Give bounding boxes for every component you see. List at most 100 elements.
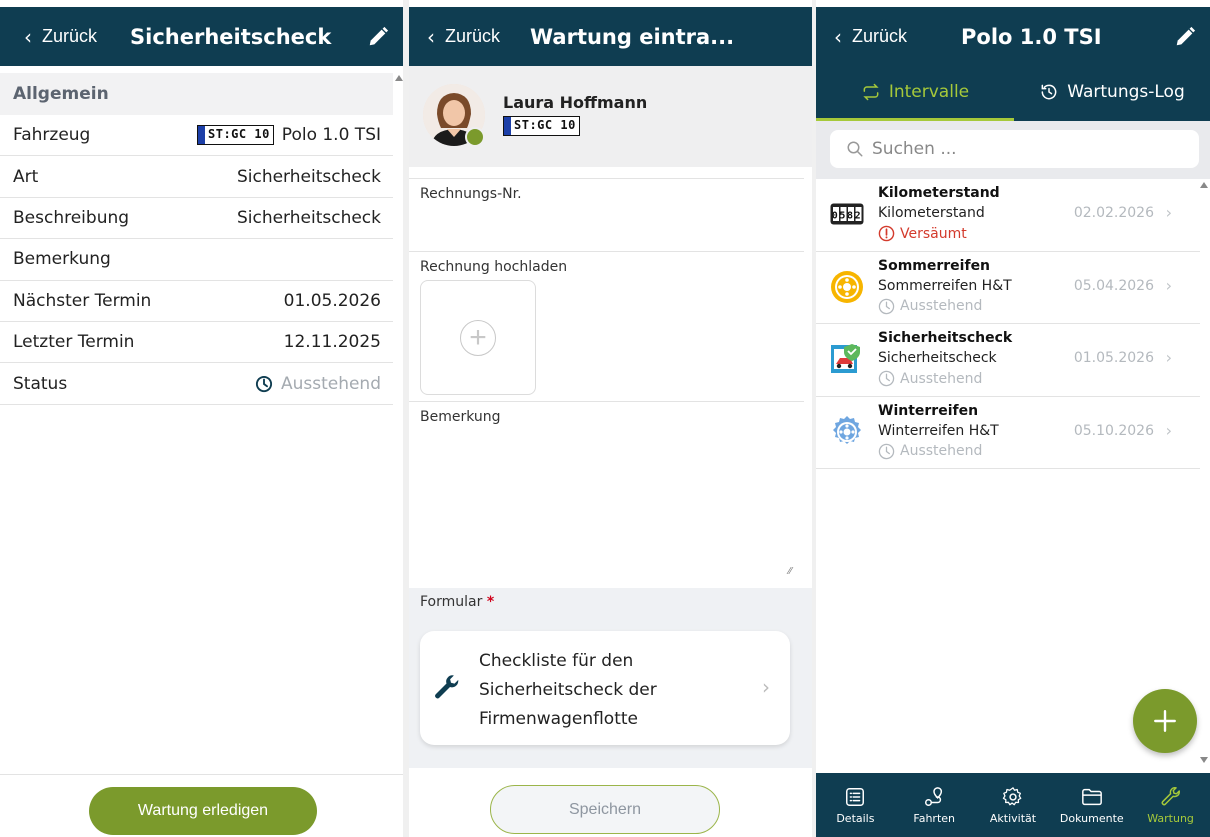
header-bar: ‹ Zurück Sicherheitscheck xyxy=(0,7,403,66)
clock-icon xyxy=(878,298,895,314)
summer-tire-icon xyxy=(830,270,864,304)
header-bar: ‹ Zurück Wartung eintra... xyxy=(409,7,812,66)
page-title: Sicherheitscheck xyxy=(130,24,332,49)
scrollbar-up-arrow[interactable] xyxy=(395,75,403,81)
chevron-left-icon: ‹ xyxy=(427,24,435,49)
back-label: Zurück xyxy=(852,26,908,46)
detail-row-last-date: Letzter Termin 12.11.2025 xyxy=(0,322,393,364)
header-bar: ‹ Zurück Polo 1.0 TSI xyxy=(816,7,1210,66)
scrollbar-down-arrow[interactable] xyxy=(1200,757,1208,763)
wrench-icon xyxy=(432,673,462,708)
item-status: Ausstehend xyxy=(878,370,982,387)
save-button[interactable]: Speichern xyxy=(490,785,720,834)
maintenance-detail-panel: ‹ Zurück Sicherheitscheck Allgemein Fahr… xyxy=(0,0,403,837)
resize-handle-icon[interactable]: ⁄⁄ xyxy=(789,566,792,577)
tab-maintenance-log[interactable]: Wartungs-Log xyxy=(1014,66,1210,118)
item-title: Winterreifen xyxy=(878,402,979,419)
details-icon xyxy=(846,787,865,806)
chevron-right-icon: › xyxy=(1165,203,1172,222)
complete-maintenance-button[interactable]: Wartung erledigen xyxy=(89,787,317,835)
row-label: Art xyxy=(13,166,39,187)
pencil-icon xyxy=(369,26,389,45)
row-value: ST:GC 10 Polo 1.0 TSI xyxy=(197,125,381,146)
tab-intervals[interactable]: Intervalle xyxy=(816,66,1014,118)
remark-textarea[interactable]: Bemerkung xyxy=(409,401,804,588)
invoice-number-field[interactable]: Rechnungs-Nr. xyxy=(409,178,804,251)
vehicle-maintenance-panel: ‹ Zurück Polo 1.0 TSI Intervalle Wartung… xyxy=(816,0,1210,837)
item-date: 05.04.2026 xyxy=(1073,277,1154,294)
driver-profile: Laura Hoffmann ST:GC 10 xyxy=(409,66,812,167)
detail-row-vehicle: Fahrzeug ST:GC 10 Polo 1.0 TSI xyxy=(0,115,393,157)
nav-maintenance[interactable]: Wartung xyxy=(1131,773,1210,837)
edit-button[interactable] xyxy=(1174,7,1196,66)
detail-row-next-date: Nächster Termin 01.05.2026 xyxy=(0,281,393,322)
chevron-right-icon: › xyxy=(1165,420,1172,440)
row-value: 12.11.2025 xyxy=(283,332,381,353)
row-label: Fahrzeug xyxy=(13,125,91,146)
item-subtitle: Winterreifen H&T xyxy=(878,422,999,439)
clock-icon xyxy=(878,443,895,459)
required-marker: * xyxy=(486,594,495,610)
back-label: Zurück xyxy=(445,26,501,46)
field-label: Formular * xyxy=(420,594,495,610)
chevron-left-icon: ‹ xyxy=(24,24,32,49)
scrollbar-up-arrow[interactable] xyxy=(1200,182,1208,188)
row-value: Sicherheitscheck xyxy=(236,166,381,187)
nav-details[interactable]: Details xyxy=(816,773,895,837)
back-label: Zurück xyxy=(42,26,98,46)
plus-icon: + xyxy=(460,319,496,356)
list-item[interactable]: Winterreifen Winterreifen H&T Ausstehend… xyxy=(816,397,1200,469)
search-input[interactable]: Suchen ... xyxy=(830,130,1199,168)
online-status-dot xyxy=(465,127,485,147)
odometer-icon: 0582 xyxy=(830,197,864,231)
gear-icon xyxy=(1002,786,1022,805)
tab-bar: Intervalle Wartungs-Log xyxy=(816,66,1210,121)
route-icon xyxy=(925,786,943,806)
safety-check-icon xyxy=(830,342,864,376)
nav-trips[interactable]: Fahrten xyxy=(895,773,974,837)
folder-icon xyxy=(1081,788,1102,805)
item-title: Kilometerstand xyxy=(878,185,1000,201)
nav-activity[interactable]: Aktivität xyxy=(974,773,1053,837)
form-card-text: Checkliste für den Sicherheitscheck der … xyxy=(479,651,657,729)
item-title: Sicherheitscheck xyxy=(878,330,1013,346)
nav-documents[interactable]: Dokumente xyxy=(1052,773,1131,837)
row-label: Bemerkung xyxy=(13,249,111,270)
row-value: 01.05.2026 xyxy=(283,290,381,311)
item-status: Versäumt xyxy=(878,225,967,242)
pencil-icon xyxy=(1176,26,1196,45)
driver-name: Laura Hoffmann xyxy=(503,93,648,112)
detail-row-remark: Bemerkung xyxy=(0,239,393,281)
field-label: Rechnung hochladen xyxy=(420,259,568,275)
list-item[interactable]: Sicherheitscheck Sicherheitscheck Ausste… xyxy=(816,324,1200,397)
upload-invoice-button[interactable]: + xyxy=(420,280,536,395)
item-subtitle: Sommerreifen H&T xyxy=(878,277,1012,294)
edit-button[interactable] xyxy=(367,7,389,66)
detail-row-description: Beschreibung Sicherheitscheck xyxy=(0,198,393,240)
chevron-right-icon: › xyxy=(762,675,770,699)
license-plate: ST:GC 10 xyxy=(503,116,580,140)
wrench-icon xyxy=(1161,786,1180,805)
repeat-icon xyxy=(863,83,879,101)
add-interval-button[interactable] xyxy=(1133,689,1197,753)
list-item[interactable]: 0582 Kilometerstand Kilometerstand Versä… xyxy=(816,179,1200,252)
item-subtitle: Kilometerstand xyxy=(878,205,985,221)
page-title: Wartung eintra... xyxy=(530,24,735,49)
back-button[interactable]: ‹ Zurück xyxy=(834,7,907,66)
search-icon xyxy=(847,141,863,157)
clock-icon xyxy=(878,370,895,387)
alert-icon xyxy=(878,225,895,242)
list-item[interactable]: Sommerreifen Sommerreifen H&T Ausstehend… xyxy=(816,252,1200,324)
back-button[interactable]: ‹ Zurück xyxy=(24,7,97,66)
license-plate: ST:GC 10 xyxy=(197,125,274,146)
bottom-navigation: Details Fahrten Aktivität Dokumente Wart… xyxy=(816,773,1210,837)
maintenance-entry-panel: ‹ Zurück Wartung eintra... Laura Hoffman… xyxy=(409,0,812,837)
item-status: Ausstehend xyxy=(878,298,982,315)
clock-icon xyxy=(255,375,273,392)
checklist-form-card[interactable]: Checkliste für den Sicherheitscheck der … xyxy=(420,631,790,745)
form-section: Formular * Checkliste für den Sicherheit… xyxy=(409,588,812,768)
back-button[interactable]: ‹ Zurück xyxy=(427,7,500,66)
row-label: Status xyxy=(13,373,68,394)
item-status: Ausstehend xyxy=(878,443,982,460)
row-label: Beschreibung xyxy=(13,207,130,228)
